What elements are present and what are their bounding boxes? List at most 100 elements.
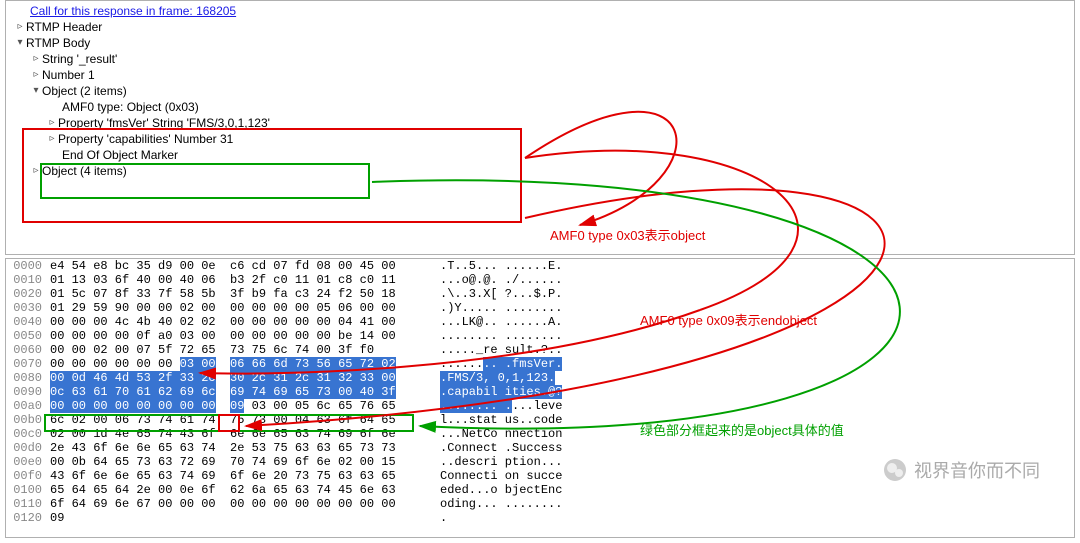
hex-offset: 0040	[6, 315, 50, 329]
protocol-tree-pane[interactable]: Call for this response in frame: 168205 …	[5, 0, 1075, 255]
hex-row[interactable]: 008000 0d 46 4d 53 2f 33 2c 30 2c 31 2c …	[6, 371, 1074, 385]
hex-bytes[interactable]: 00 00 00 00 00 00 00 00 09 03 00 05 6c 6…	[50, 399, 440, 413]
hex-ascii: ........ .fmsVer.	[440, 357, 590, 371]
hex-bytes[interactable]: 43 6f 6e 6e 65 63 74 69 6f 6e 20 73 75 6…	[50, 469, 440, 483]
tree-row[interactable]: ▾ Object (2 items)	[6, 83, 1074, 99]
hex-bytes[interactable]: 01 5c 07 8f 33 7f 58 5b 3f b9 fa c3 24 f…	[50, 287, 440, 301]
hex-offset: 0030	[6, 301, 50, 315]
amf0-type-label: AMF0 type: Object (0x03)	[62, 99, 199, 115]
tree-row[interactable]: ▹ Property 'capabilities' Number 31	[6, 131, 1074, 147]
hex-offset: 00f0	[6, 469, 50, 483]
hex-bytes[interactable]: 09	[50, 511, 440, 525]
tree-row[interactable]: ▹ RTMP Header	[6, 19, 1074, 35]
tree-row[interactable]: AMF0 type: Object (0x03)	[6, 99, 1074, 115]
object2-label: Object (2 items)	[42, 83, 127, 99]
hex-bytes[interactable]: 2e 43 6f 6e 6e 65 63 74 2e 53 75 63 63 6…	[50, 441, 440, 455]
number1-label: Number 1	[42, 67, 95, 83]
tree-row[interactable]: End Of Object Marker	[6, 147, 1074, 163]
rtmp-header-label: RTMP Header	[26, 19, 102, 35]
tree-row[interactable]: ▾ RTMP Body	[6, 35, 1074, 51]
tree-link-row[interactable]: Call for this response in frame: 168205	[6, 3, 1074, 19]
hex-bytes[interactable]: 00 00 00 00 00 00 03 00 06 66 6d 73 56 6…	[50, 357, 440, 371]
hex-ascii: oding... ........	[440, 497, 590, 511]
hex-row[interactable]: 01106f 64 69 6e 67 00 00 00 00 00 00 00 …	[6, 497, 1074, 511]
chevron-right-icon[interactable]: ▹	[46, 131, 58, 147]
hex-bytes[interactable]: 6c 02 00 06 73 74 61 74 75 73 00 04 63 6…	[50, 413, 440, 427]
hex-ascii: ...NetCo nnection	[440, 427, 590, 441]
hex-row[interactable]: 003001 29 59 90 00 00 02 00 00 00 00 00 …	[6, 301, 1074, 315]
hex-ascii: ..descri ption...	[440, 455, 590, 469]
hex-dump-pane[interactable]: 0000e4 54 e8 bc 35 d9 00 0e c6 cd 07 fd …	[5, 258, 1075, 538]
hex-ascii: ....._re sult.?..	[440, 343, 590, 357]
chevron-down-icon[interactable]: ▾	[14, 35, 26, 51]
hex-ascii: .Connect .Success	[440, 441, 590, 455]
hex-bytes[interactable]: 00 00 00 00 0f a0 03 00 00 00 00 00 00 b…	[50, 329, 440, 343]
hex-offset: 0070	[6, 357, 50, 371]
endobj-label: End Of Object Marker	[62, 147, 178, 163]
hex-row[interactable]: 00a000 00 00 00 00 00 00 00 09 03 00 05 …	[6, 399, 1074, 413]
hex-bytes[interactable]: 01 29 59 90 00 00 02 00 00 00 00 00 05 0…	[50, 301, 440, 315]
hex-ascii: .	[440, 511, 590, 525]
hex-row[interactable]: 00d02e 43 6f 6e 6e 65 63 74 2e 53 75 63 …	[6, 441, 1074, 455]
hex-bytes[interactable]: 01 13 03 6f 40 00 40 06 b3 2f c0 11 01 c…	[50, 273, 440, 287]
tree-row[interactable]: ▹ Property 'fmsVer' String 'FMS/3,0,1,12…	[6, 115, 1074, 131]
hex-ascii: ...LK@.. ......A.	[440, 315, 590, 329]
hex-row[interactable]: 010065 64 65 64 2e 00 0e 6f 62 6a 65 63 …	[6, 483, 1074, 497]
hex-row[interactable]: 0000e4 54 e8 bc 35 d9 00 0e c6 cd 07 fd …	[6, 259, 1074, 273]
hex-row[interactable]: 012009 .	[6, 511, 1074, 525]
hex-ascii: ...o@.@. ./......	[440, 273, 590, 287]
hex-bytes[interactable]: e4 54 e8 bc 35 d9 00 0e c6 cd 07 fd 08 0…	[50, 259, 440, 273]
hex-row[interactable]: 004000 00 00 4c 4b 40 02 02 00 00 00 00 …	[6, 315, 1074, 329]
hex-bytes[interactable]: 00 0d 46 4d 53 2f 33 2c 30 2c 31 2c 31 3…	[50, 371, 440, 385]
hex-row[interactable]: 00c002 00 1d 4e 65 74 43 6f 6e 6e 65 63 …	[6, 427, 1074, 441]
hex-row[interactable]: 00900c 63 61 70 61 62 69 6c 69 74 69 65 …	[6, 385, 1074, 399]
chevron-right-icon[interactable]: ▹	[14, 19, 26, 35]
hex-row[interactable]: 00f043 6f 6e 6e 65 63 74 69 6f 6e 20 73 …	[6, 469, 1074, 483]
hex-bytes[interactable]: 00 0b 64 65 73 63 72 69 70 74 69 6f 6e 0…	[50, 455, 440, 469]
hex-ascii: .T..5... ......E.	[440, 259, 590, 273]
tree-row[interactable]: ▹ Number 1	[6, 67, 1074, 83]
hex-row[interactable]: 006000 00 02 00 07 5f 72 65 73 75 6c 74 …	[6, 343, 1074, 357]
hex-offset: 0020	[6, 287, 50, 301]
chevron-right-icon[interactable]: ▹	[30, 51, 42, 67]
hex-bytes[interactable]: 00 00 00 4c 4b 40 02 02 00 00 00 00 00 0…	[50, 315, 440, 329]
hex-ascii: .\..3.X[ ?...$.P.	[440, 287, 590, 301]
hex-ascii: .FMS/3, 0,1,123.	[440, 371, 590, 385]
prop-cap-label: Property 'capabilities' Number 31	[58, 131, 233, 147]
hex-offset: 00a0	[6, 399, 50, 413]
chevron-right-icon[interactable]: ▹	[46, 115, 58, 131]
string-result-label: String '_result'	[42, 51, 117, 67]
hex-offset: 0010	[6, 273, 50, 287]
hex-row[interactable]: 001001 13 03 6f 40 00 40 06 b3 2f c0 11 …	[6, 273, 1074, 287]
hex-bytes[interactable]: 00 00 02 00 07 5f 72 65 73 75 6c 74 00 3…	[50, 343, 440, 357]
hex-offset: 0090	[6, 385, 50, 399]
hex-row[interactable]: 00b06c 02 00 06 73 74 61 74 75 73 00 04 …	[6, 413, 1074, 427]
chevron-right-icon[interactable]: ▹	[30, 67, 42, 83]
hex-bytes[interactable]: 6f 64 69 6e 67 00 00 00 00 00 00 00 00 0…	[50, 497, 440, 511]
hex-row[interactable]: 00e000 0b 64 65 73 63 72 69 70 74 69 6f …	[6, 455, 1074, 469]
response-frame-link[interactable]: Call for this response in frame: 168205	[30, 3, 236, 19]
hex-offset: 0000	[6, 259, 50, 273]
hex-offset: 0120	[6, 511, 50, 525]
hex-offset: 0060	[6, 343, 50, 357]
chevron-right-icon[interactable]: ▹	[30, 163, 42, 179]
hex-ascii: eded...o bjectEnc	[440, 483, 590, 497]
tree-row[interactable]: ▹ Object (4 items)	[6, 163, 1074, 179]
prop-fmsver-label: Property 'fmsVer' String 'FMS/3,0,1,123'	[58, 115, 270, 131]
tree-row[interactable]: ▹ String '_result'	[6, 51, 1074, 67]
hex-offset: 00e0	[6, 455, 50, 469]
object4-label: Object (4 items)	[42, 163, 127, 179]
hex-bytes[interactable]: 65 64 65 64 2e 00 0e 6f 62 6a 65 63 74 4…	[50, 483, 440, 497]
hex-bytes[interactable]: 0c 63 61 70 61 62 69 6c 69 74 69 65 73 0…	[50, 385, 440, 399]
hex-ascii: .capabil ities.@?	[440, 385, 590, 399]
hex-ascii: l...stat us..code	[440, 413, 590, 427]
hex-row[interactable]: 007000 00 00 00 00 00 03 00 06 66 6d 73 …	[6, 357, 1074, 371]
hex-ascii: ........ ........	[440, 329, 590, 343]
hex-ascii: Connecti on succe	[440, 469, 590, 483]
hex-row[interactable]: 005000 00 00 00 0f a0 03 00 00 00 00 00 …	[6, 329, 1074, 343]
rtmp-body-label: RTMP Body	[26, 35, 90, 51]
hex-ascii: .)Y..... ........	[440, 301, 590, 315]
chevron-down-icon[interactable]: ▾	[30, 83, 42, 99]
hex-bytes[interactable]: 02 00 1d 4e 65 74 43 6f 6e 6e 65 63 74 6…	[50, 427, 440, 441]
hex-row[interactable]: 002001 5c 07 8f 33 7f 58 5b 3f b9 fa c3 …	[6, 287, 1074, 301]
